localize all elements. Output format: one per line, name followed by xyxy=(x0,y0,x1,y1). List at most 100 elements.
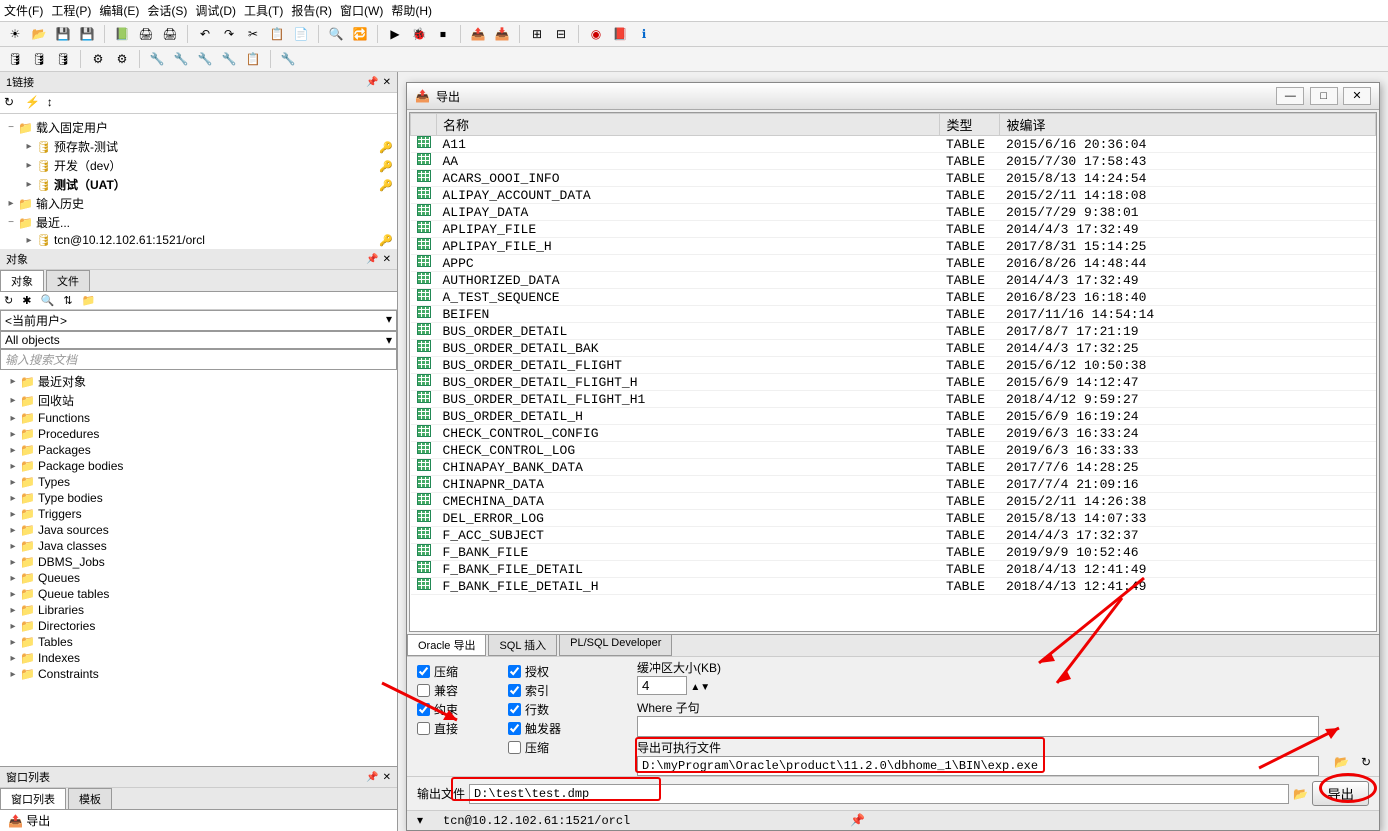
tree-item[interactable]: ▸测试（UAT） xyxy=(4,175,393,194)
tab-plsql-dev[interactable]: PL/SQL Developer xyxy=(559,635,672,656)
panel-close-icon[interactable]: ✕ xyxy=(383,772,391,783)
run-icon[interactable]: ▶ xyxy=(384,24,406,44)
maximize-icon[interactable]: □ xyxy=(1310,87,1338,105)
chk-grant[interactable]: 授权 xyxy=(508,663,561,680)
exe-input[interactable] xyxy=(637,756,1319,776)
menu-report[interactable]: 报告(R) xyxy=(291,2,332,19)
table-row[interactable]: DEL_ERROR_LOGTABLE2015/8/13 14:07:33 xyxy=(411,510,1376,527)
browse-exe-icon[interactable]: 📂 xyxy=(1334,755,1349,769)
filter-dropdown[interactable]: All objects▾ xyxy=(0,331,397,349)
session2-icon[interactable]: ⚙ xyxy=(111,49,133,69)
table-row[interactable]: A_TEST_SEQUENCETABLE2016/8/23 16:18:40 xyxy=(411,289,1376,306)
tree-item[interactable]: ▸Queue tables xyxy=(2,586,395,602)
table-row[interactable]: F_BANK_FILE_DETAIL_HTABLE2018/4/13 12:41… xyxy=(411,578,1376,595)
tree-item[interactable]: ▸Queues xyxy=(2,570,395,586)
tab-sql-insert[interactable]: SQL 插入 xyxy=(488,635,557,656)
table-row[interactable]: APPCTABLE2016/8/26 14:48:44 xyxy=(411,255,1376,272)
table-row[interactable]: ALIPAY_ACCOUNT_DATATABLE2015/2/11 14:18:… xyxy=(411,187,1376,204)
menu-tools[interactable]: 工具(T) xyxy=(244,2,283,19)
tree-item[interactable]: ▸开发（dev） xyxy=(4,156,393,175)
tab-oracle-export[interactable]: Oracle 导出 xyxy=(407,635,486,656)
browse-output-icon[interactable]: 📂 xyxy=(1293,787,1308,801)
open-icon[interactable]: 📂 xyxy=(28,24,50,44)
chk-compat[interactable]: 兼容 xyxy=(417,682,458,699)
tree-item[interactable]: ▸DBMS_Jobs xyxy=(2,554,395,570)
cut-icon[interactable]: ✂ xyxy=(242,24,264,44)
menu-window[interactable]: 窗口(W) xyxy=(340,2,383,19)
table-row[interactable]: F_BANK_FILETABLE2019/9/9 10:52:46 xyxy=(411,544,1376,561)
table-row[interactable]: CMECHINA_DATATABLE2015/2/11 14:26:38 xyxy=(411,493,1376,510)
chk-trigger[interactable]: 触发器 xyxy=(508,720,561,737)
refresh-icon[interactable]: ↻ xyxy=(4,295,13,307)
panel-pin-icon[interactable]: 📌 xyxy=(366,77,378,88)
undo-icon[interactable]: ↶ xyxy=(194,24,216,44)
chk-index[interactable]: 索引 xyxy=(508,682,561,699)
new-icon[interactable]: ☀ xyxy=(4,24,26,44)
table-row[interactable]: CHECK_CONTROL_LOGTABLE2019/6/3 16:33:33 xyxy=(411,442,1376,459)
table-row[interactable]: F_BANK_FILE_DETAILTABLE2018/4/13 12:41:4… xyxy=(411,561,1376,578)
buffer-input[interactable] xyxy=(637,676,687,695)
tree-item[interactable]: −最近... xyxy=(4,213,393,232)
tree-item[interactable]: ▸Libraries xyxy=(2,602,395,618)
filter-icon[interactable]: 🔍 xyxy=(41,295,55,307)
tree-item[interactable]: ▸Tables xyxy=(2,634,395,650)
pin-icon[interactable]: 📌 xyxy=(850,813,865,828)
menu-help[interactable]: 帮助(H) xyxy=(391,2,432,19)
output-input[interactable] xyxy=(469,784,1289,804)
tab-window-list[interactable]: 窗口列表 xyxy=(0,788,66,809)
search-input[interactable]: 输入搜索文档 xyxy=(0,349,397,370)
tool1-icon[interactable]: 🔧 xyxy=(146,49,168,69)
panel-pin-icon[interactable]: 📌 xyxy=(366,254,378,265)
refresh-icon[interactable]: ↻ xyxy=(4,95,22,111)
user-dropdown[interactable]: <当前用户>▾ xyxy=(0,310,397,331)
table-row[interactable]: BUS_ORDER_DETAIL_HTABLE2015/6/9 16:19:24 xyxy=(411,408,1376,425)
redo-icon[interactable]: ↷ xyxy=(218,24,240,44)
tree-item[interactable]: ▸回收站 xyxy=(2,391,395,410)
tab-files[interactable]: 文件 xyxy=(46,270,90,291)
table-row[interactable]: APLIPAY_FILETABLE2014/4/3 17:32:49 xyxy=(411,221,1376,238)
folder-icon[interactable]: 📁 xyxy=(82,295,96,307)
table-row[interactable]: CHINAPAY_BANK_DATATABLE2017/7/6 14:28:25 xyxy=(411,459,1376,476)
table-row[interactable]: BUS_ORDER_DETAIL_FLIGHTTABLE2015/6/12 10… xyxy=(411,357,1376,374)
table-row[interactable]: BUS_ORDER_DETAIL_FLIGHT_HTABLE2015/6/9 1… xyxy=(411,374,1376,391)
db1-icon[interactable]: 🛢 xyxy=(4,49,26,69)
book-icon[interactable]: 📗 xyxy=(111,24,133,44)
chk-constraint[interactable]: 约束 xyxy=(417,701,458,718)
saveall-icon[interactable]: 💾 xyxy=(76,24,98,44)
oracle-icon[interactable]: ◉ xyxy=(585,24,607,44)
export-icon[interactable]: 📤 xyxy=(467,24,489,44)
menu-file[interactable]: 文件(F) xyxy=(4,2,43,19)
table-row[interactable]: CHINAPNR_DATATABLE2017/7/4 21:09:16 xyxy=(411,476,1376,493)
objects-tree[interactable]: ▸最近对象▸回收站▸Functions▸Procedures▸Packages▸… xyxy=(0,370,397,766)
tree-item[interactable]: ▸Package bodies xyxy=(2,458,395,474)
tree-item[interactable]: ▸Triggers xyxy=(2,506,395,522)
sort-icon[interactable]: ⇅ xyxy=(63,295,72,307)
menu-edit[interactable]: 编辑(E) xyxy=(99,2,139,19)
tool3-icon[interactable]: 🔧 xyxy=(194,49,216,69)
connections-tree[interactable]: −载入固定用户▸预存款-测试▸开发（dev）▸测试（UAT）▸输入历史−最近..… xyxy=(0,114,397,249)
col-compiled[interactable]: 被编译 xyxy=(1000,114,1376,136)
close-icon[interactable]: ✕ xyxy=(1343,87,1371,105)
import-icon[interactable]: 📥 xyxy=(491,24,513,44)
print-icon[interactable]: 🖨 xyxy=(135,24,157,44)
refresh-exe-icon[interactable]: ↻ xyxy=(1361,755,1371,769)
tab-objects[interactable]: 对象 xyxy=(0,270,44,291)
table-row[interactable]: AATABLE2015/7/30 17:58:43 xyxy=(411,153,1376,170)
panel-close-icon[interactable]: ✕ xyxy=(383,77,391,88)
info-icon[interactable]: ℹ xyxy=(633,24,655,44)
tool4-icon[interactable]: 🔧 xyxy=(218,49,240,69)
tree-item[interactable]: ▸最近对象 xyxy=(2,372,395,391)
filter-icon[interactable]: ⚡ xyxy=(25,95,43,111)
col-type[interactable]: 类型 xyxy=(940,114,1000,136)
tree-item[interactable]: ▸Directories xyxy=(2,618,395,634)
tree-item[interactable]: ▸Constraints xyxy=(2,666,395,682)
table-row[interactable]: F_ACC_SUBJECTTABLE2014/4/3 17:32:37 xyxy=(411,527,1376,544)
pdf-icon[interactable]: 📕 xyxy=(609,24,631,44)
new-obj-icon[interactable]: ✱ xyxy=(22,295,31,307)
tree-item[interactable]: ▸Type bodies xyxy=(2,490,395,506)
export-button[interactable]: 导出 xyxy=(1312,781,1369,806)
session1-icon[interactable]: ⚙ xyxy=(87,49,109,69)
find-icon[interactable]: 🔍 xyxy=(325,24,347,44)
window-list-item[interactable]: 📤 导出 xyxy=(0,810,397,831)
status-dropdown-icon[interactable]: ▾ xyxy=(417,813,423,828)
